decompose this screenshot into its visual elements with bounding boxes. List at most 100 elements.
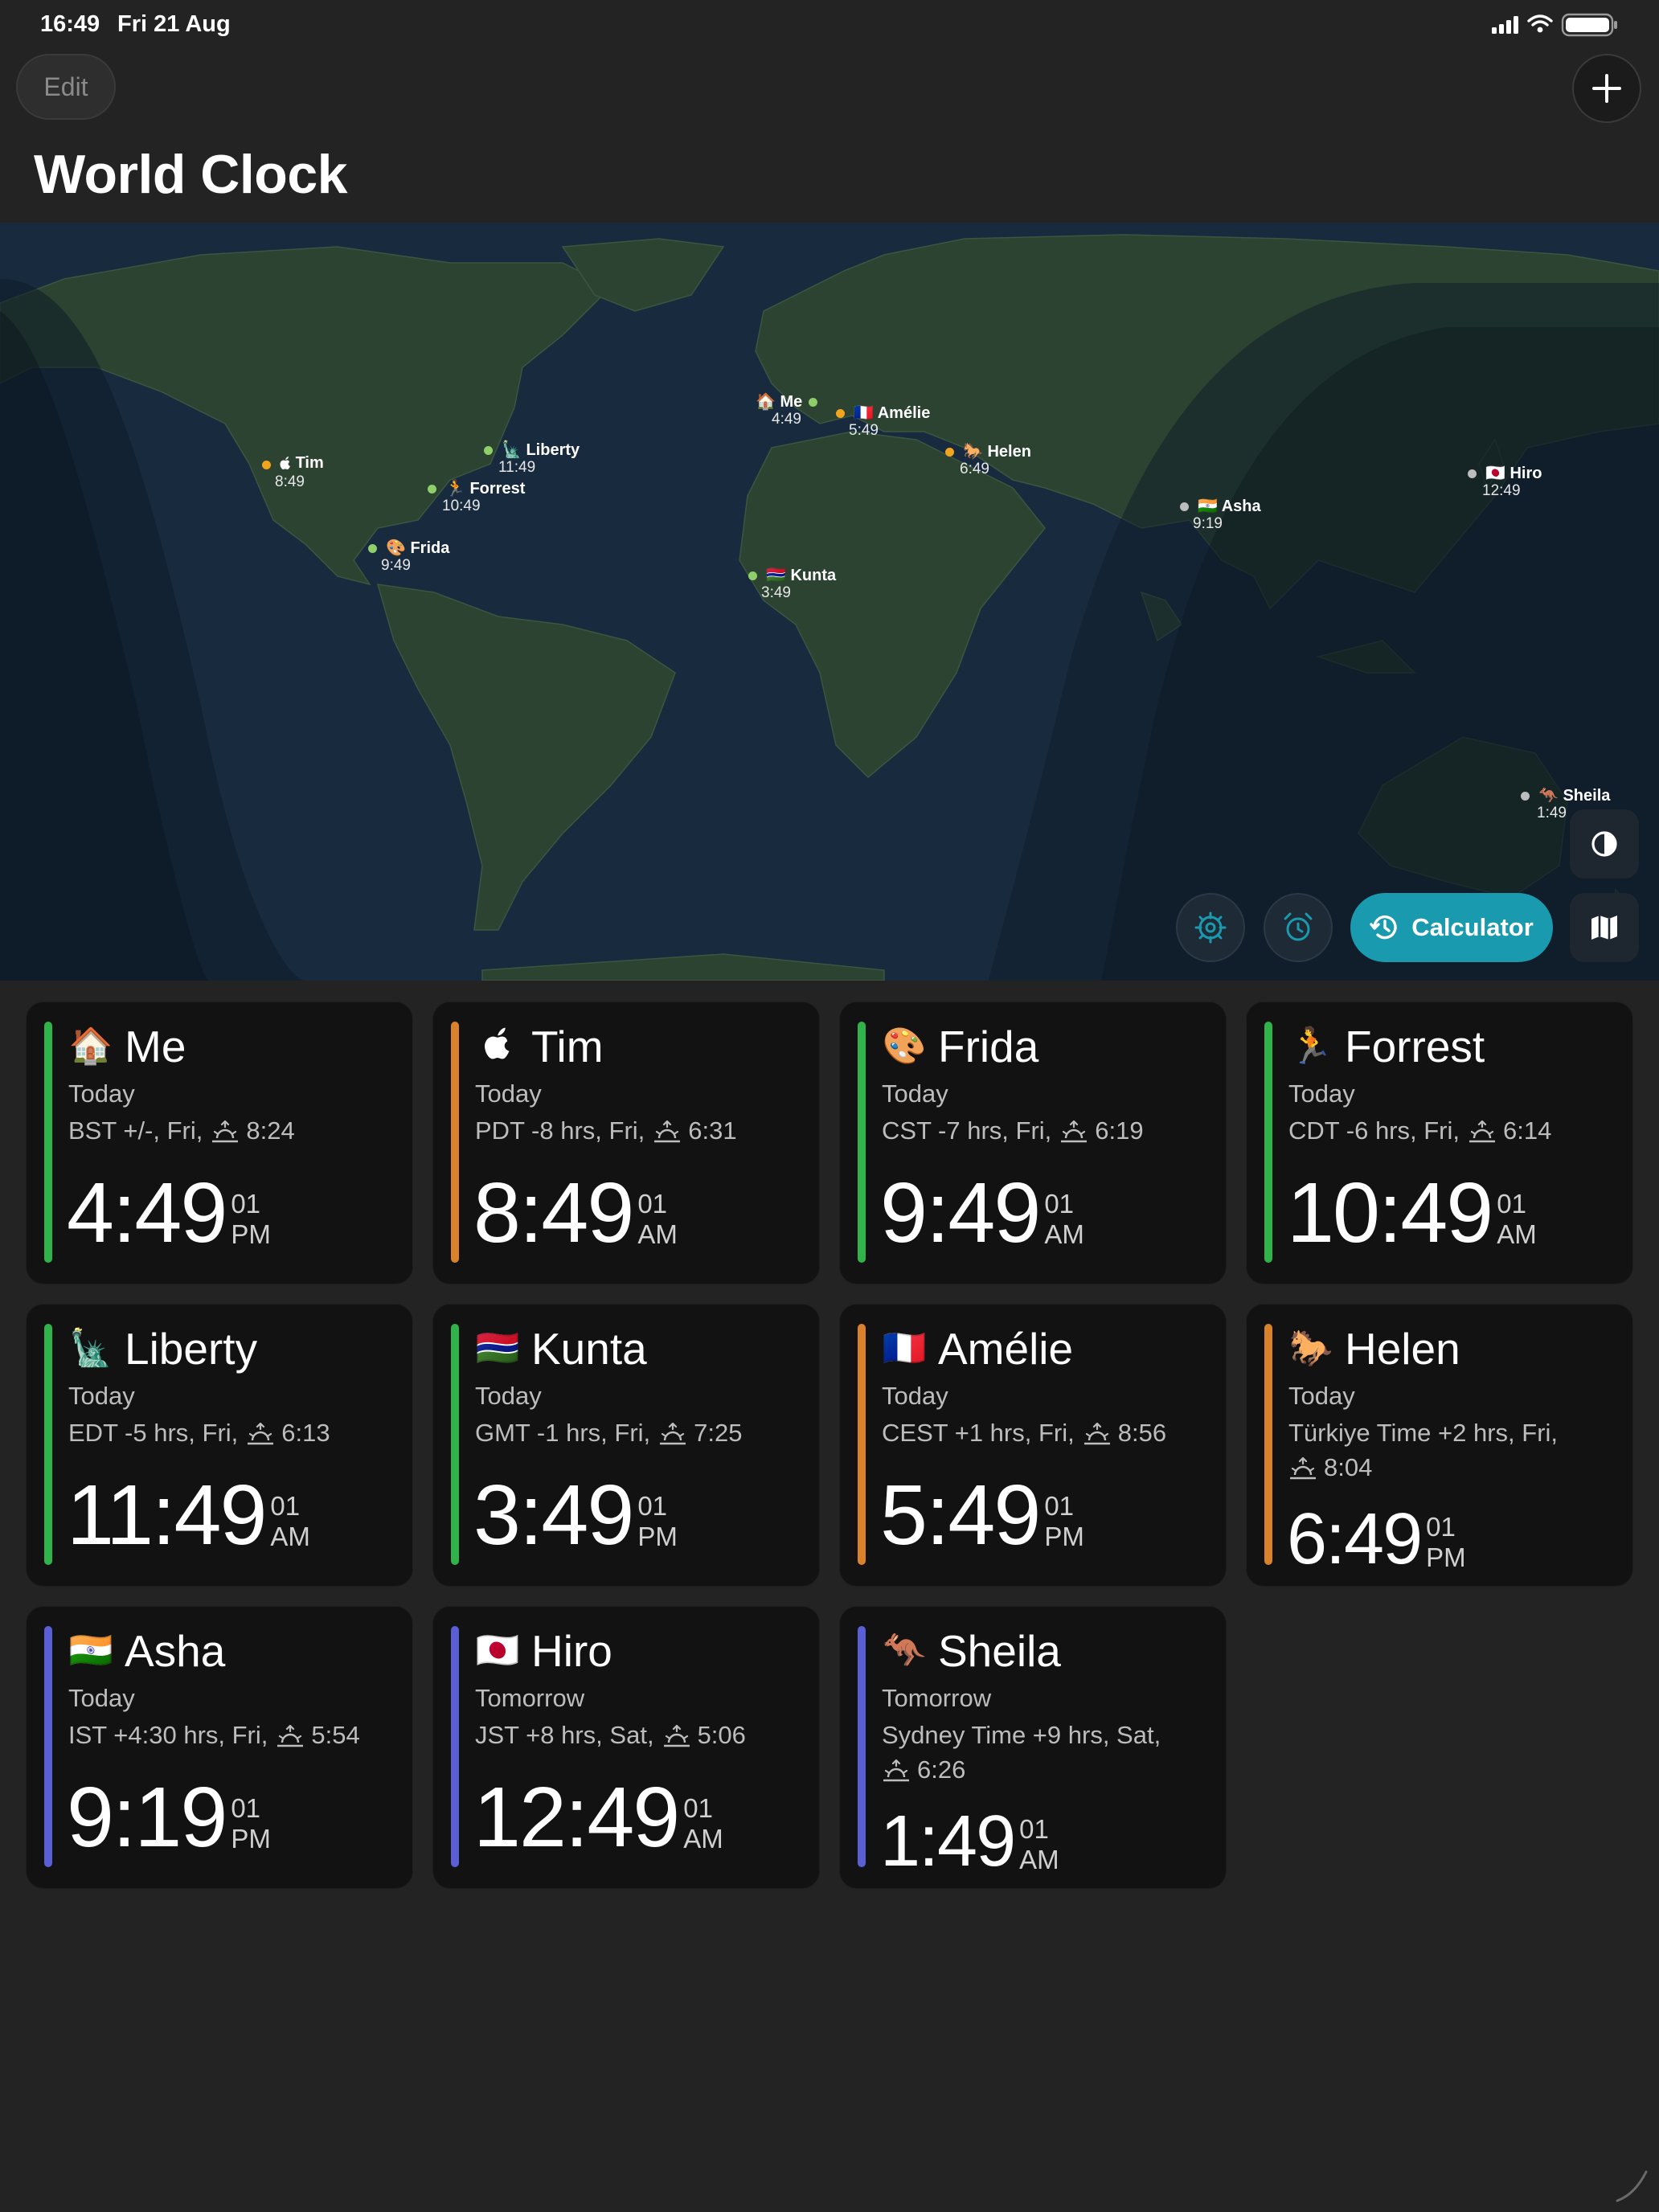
clock-card-me[interactable]: 🏠 Me Today BST +/-, Fri, 8:24 4:49 01 PM (26, 1002, 413, 1284)
clock-day: Today (68, 1684, 135, 1712)
alarm-button[interactable] (1264, 893, 1333, 962)
sunrise-icon (1469, 1120, 1495, 1143)
clock-ampm: AM (1019, 1845, 1059, 1874)
clock-seconds: 01 (231, 1189, 261, 1219)
sunrise-time: 6:26 (917, 1755, 966, 1784)
clock-name: Tim (531, 1022, 604, 1071)
pin-emoji: 🐎 (963, 443, 983, 461)
clock-info: Türkiye Time +2 hrs, Fri, 8:04 (1288, 1419, 1559, 1481)
clock-seconds: 01 (1497, 1189, 1526, 1219)
clock-day: Today (882, 1382, 948, 1410)
gear-icon (1194, 911, 1227, 944)
pin-emoji: 🎨 (386, 539, 406, 557)
house-icon: 🏠 (68, 1026, 113, 1066)
clock-card-kunta[interactable]: 🇬🇲 Kunta Today GMT -1 hrs, Fri, 7:25 3:49… (432, 1304, 820, 1587)
clock-name: Asha (125, 1626, 226, 1676)
clock-seconds: 01 (637, 1491, 668, 1521)
sunrise-time: 6:19 (1095, 1116, 1144, 1145)
clock-display: 9:49 01 AM (880, 1168, 1084, 1258)
clock-card-hiro[interactable]: 🇯🇵 Hiro Tomorrow JST +8 hrs, Sat, 5:06 12… (432, 1606, 820, 1889)
clock-time: 10:49 (1287, 1165, 1493, 1260)
pin-time: 8:49 (275, 473, 305, 490)
clock-info: GMT -1 hrs, Fri, 7:25 (475, 1419, 743, 1447)
clock-time: 4:49 (67, 1165, 227, 1260)
pin-label: Hiro (1509, 465, 1542, 482)
runner-icon: 🏃 (1288, 1026, 1333, 1066)
clock-card-sheila[interactable]: 🦘 Sheila Tomorrow Sydney Time +9 hrs, Sa… (839, 1606, 1227, 1889)
clock-seconds: 01 (683, 1793, 713, 1823)
clock-card-amelie[interactable]: 🇫🇷 Amélie Today CEST +1 hrs, Fri, 8:56 5:… (839, 1304, 1227, 1587)
pin-time: 11:49 (498, 459, 536, 476)
pin-time: 9:19 (1193, 515, 1223, 532)
contrast-icon (1591, 831, 1617, 857)
clock-info: Sydney Time +9 hrs, Sat, 6:26 (882, 1721, 1161, 1784)
clock-display: 1:49 01 AM (880, 1803, 1059, 1880)
clock-ampm: AM (1497, 1219, 1537, 1249)
status-time: 16:49 (40, 11, 100, 37)
clock-display: 12:49 01 AM (473, 1772, 723, 1862)
pin-time: 6:49 (960, 461, 989, 477)
clock-ampm: AM (270, 1522, 310, 1551)
clock-ampm: PM (231, 1824, 271, 1854)
pin-dot (748, 571, 757, 580)
pin-dot (484, 446, 493, 455)
pin-label: Asha (1221, 498, 1261, 515)
clock-day: Tomorrow (475, 1684, 585, 1712)
clock-card-liberty[interactable]: 🗽 Liberty Today EDT -5 hrs, Fri, 6:13 11:… (26, 1304, 413, 1587)
sunrise-time: 7:25 (694, 1419, 743, 1447)
clock-name: Liberty (125, 1324, 258, 1374)
contrast-toggle-button[interactable] (1570, 809, 1639, 879)
sunrise-icon (277, 1724, 304, 1747)
pin-emoji: 🏃 (445, 480, 465, 498)
clock-name: Me (125, 1022, 186, 1071)
pin-label: Sheila (1563, 787, 1611, 805)
history-clock-icon (1370, 915, 1397, 940)
add-clock-button[interactable] (1572, 54, 1641, 123)
clock-card-helen[interactable]: 🐎 Helen Today Türkiye Time +2 hrs, Fri, 8… (1246, 1304, 1633, 1587)
pin-label: Kunta (790, 567, 837, 584)
clock-info: CST -7 hrs, Fri, 6:19 (882, 1116, 1144, 1145)
sunrise-icon (660, 1422, 686, 1445)
accent-bar (44, 1626, 52, 1867)
pin-label: Liberty (526, 441, 580, 459)
sunrise-icon (1061, 1120, 1088, 1143)
accent-bar (858, 1626, 866, 1867)
map-view-button[interactable] (1570, 893, 1639, 962)
accent-bar (44, 1022, 52, 1263)
clock-day: Today (475, 1079, 542, 1108)
accent-bar (451, 1626, 459, 1867)
clock-card-asha[interactable]: 🇮🇳 Asha Today IST +4:30 hrs, Fri, 5:54 9:… (26, 1606, 413, 1889)
sunrise-time: 5:54 (311, 1721, 360, 1749)
clock-card-forrest[interactable]: 🏃 Forrest Today CDT -6 hrs, Fri, 6:14 10:… (1246, 1002, 1633, 1284)
sunrise-icon (663, 1724, 690, 1747)
clock-display: 4:49 01 PM (67, 1168, 271, 1258)
calculator-button[interactable]: Calculator (1350, 893, 1553, 962)
settings-button[interactable] (1176, 893, 1245, 962)
sunrise-time: 8:56 (1117, 1419, 1167, 1447)
clock-seconds: 01 (231, 1793, 261, 1823)
page-title: World Clock (34, 144, 347, 205)
france-flag-icon: 🇫🇷 (882, 1329, 927, 1368)
pin-time: 5:49 (849, 422, 879, 439)
clock-name: Frida (938, 1022, 1039, 1071)
clock-card-frida[interactable]: 🎨 Frida Today CST -7 hrs, Fri, 6:19 9:49 … (839, 1002, 1227, 1284)
clock-seconds: 01 (637, 1189, 668, 1219)
pin-label: Me (780, 393, 803, 411)
clock-ampm: PM (1426, 1542, 1466, 1572)
clock-card-tim[interactable]: Tim Today PDT -8 hrs, Fri, 6:31 8:49 01 AM (432, 1002, 820, 1284)
clock-time: 6:49 (1287, 1499, 1423, 1579)
clock-info: CDT -6 hrs, Fri, 6:14 (1288, 1116, 1552, 1145)
pin-time: 10:49 (442, 498, 481, 514)
pin-dot (945, 448, 954, 457)
sunrise-icon (212, 1120, 239, 1143)
clock-display: 9:19 01 PM (67, 1772, 271, 1862)
sunrise-icon (1290, 1456, 1316, 1480)
resize-handle-icon (1616, 2170, 1648, 2202)
edit-button[interactable]: Edit (16, 54, 116, 120)
pin-dot (262, 461, 271, 469)
clock-display: 8:49 01 AM (473, 1168, 678, 1258)
clock-time: 11:49 (67, 1468, 267, 1563)
world-map[interactable]: 🏠 Me 4:49 Tim 8:49 🗽 Liberty 11:49 🏃 For… (0, 223, 1659, 981)
pin-emoji: 🇫🇷 (854, 404, 874, 422)
clock-day: Today (68, 1079, 135, 1108)
